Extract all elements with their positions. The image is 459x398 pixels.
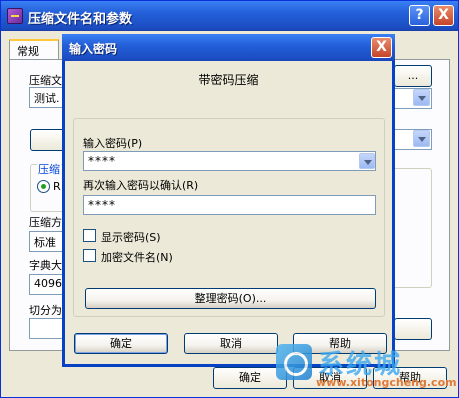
set-password-button[interactable] — [394, 318, 432, 340]
password-dialog-title-bar[interactable]: 输入密码 X — [62, 34, 395, 61]
password-input[interactable]: **** — [83, 151, 376, 171]
password-group: 输入密码(P) **** 再次输入密码以确认(R) **** 显示密码(S) 加… — [73, 118, 385, 317]
dictionary-label: 字典大 — [29, 259, 62, 272]
chevron-down-icon[interactable] — [413, 130, 430, 147]
chevron-down-icon[interactable] — [359, 153, 375, 169]
format-group-label: 压缩 — [37, 161, 61, 177]
dialog-cancel-button[interactable]: 取消 — [184, 333, 278, 354]
confirm-password-label: 再次输入密码以确认(R) — [83, 179, 199, 192]
winrar-app-icon — [7, 8, 23, 24]
organize-passwords-button[interactable]: 整理密码(O)... — [85, 288, 376, 309]
watermark: 系统城 www.xitongcheng.com — [272, 342, 457, 394]
encrypt-filenames-label[interactable]: 加密文件名(N) — [101, 249, 173, 265]
encrypt-filenames-checkbox[interactable] — [83, 249, 96, 262]
dialog-ok-button[interactable]: 确定 — [74, 333, 168, 354]
method-label: 压缩方 — [29, 216, 62, 229]
watermark-url: www.xitongcheng.com — [316, 376, 457, 389]
show-password-label[interactable]: 显示密码(S) — [101, 229, 161, 245]
archive-params-title: 压缩文件名和参数 — [28, 12, 133, 27]
archive-name-label: 压缩文 — [29, 74, 62, 87]
close-icon[interactable]: X — [433, 5, 454, 26]
close-icon[interactable]: X — [371, 37, 392, 58]
format-rar-label: R — [53, 180, 61, 193]
confirm-password-input[interactable]: **** — [83, 195, 376, 215]
watermark-logo-icon — [276, 344, 312, 380]
tab-general[interactable]: 常规 — [9, 39, 59, 60]
chevron-down-icon[interactable] — [413, 89, 430, 106]
password-dialog: 输入密码 X 带密码压缩 输入密码(P) **** 再次输入密码以确认(R) *… — [62, 34, 395, 367]
show-password-checkbox[interactable] — [83, 229, 96, 242]
password-label: 输入密码(P) — [83, 137, 143, 150]
browse-button[interactable]: ... — [394, 65, 432, 87]
update-mode-dropdown[interactable] — [394, 88, 432, 109]
archive-params-title-bar[interactable]: 压缩文件名和参数 ? X — [1, 1, 458, 31]
profiles-button[interactable] — [30, 129, 66, 151]
option-dropdown[interactable] — [394, 129, 432, 150]
format-rar-radio[interactable] — [37, 180, 50, 193]
password-dialog-title: 输入密码 — [69, 42, 118, 56]
split-label: 切分为 — [29, 304, 62, 317]
help-icon[interactable]: ? — [409, 5, 430, 26]
options-group — [394, 168, 432, 288]
dialog-heading: 带密码压缩 — [198, 73, 259, 87]
